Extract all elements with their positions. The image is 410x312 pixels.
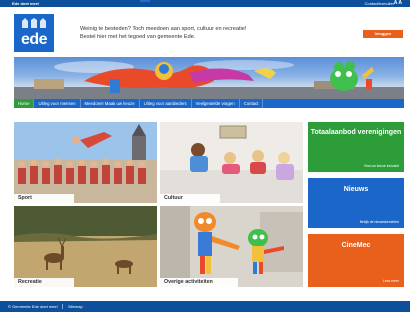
banner-illustration	[14, 60, 404, 99]
totaalaanbod-title: Totaalaanbod verenigingen	[310, 129, 402, 136]
sitemap-link[interactable]: Sitemap	[68, 301, 83, 312]
nieuws-box[interactable]: Nieuws Bekijk de nieuwsberichten	[308, 178, 404, 228]
nav-home[interactable]: Home	[14, 99, 35, 108]
text-size-toggle[interactable]: A A	[394, 0, 402, 7]
tile-sport-caption: Sport	[14, 194, 74, 203]
sport-photo	[14, 122, 157, 203]
logo-text: ede	[20, 31, 48, 48]
intro-text: Weinig te besteden? Toch meedoen aan spo…	[80, 26, 247, 40]
nav-contact[interactable]: Contact	[240, 99, 264, 108]
tile-recreatie[interactable]: Recreatie	[14, 206, 157, 287]
castle-icon	[22, 18, 46, 28]
contact-link[interactable]: Contactformulier	[365, 0, 394, 7]
site-label: Ede doet mee!	[12, 1, 40, 6]
cinemec-title: CineMec	[341, 242, 371, 249]
cultuur-photo	[160, 122, 303, 203]
ede-logo[interactable]: ede	[14, 14, 54, 52]
scroll-indicator	[140, 0, 150, 2]
recreatie-photo	[14, 206, 157, 287]
tile-sport[interactable]: Sport	[14, 122, 157, 203]
tile-recreatie-caption: Recreatie	[14, 278, 74, 287]
cinemec-link[interactable]: Lees meer	[383, 279, 399, 283]
cinemec-box[interactable]: CineMec Lees meer	[308, 234, 404, 287]
login-button[interactable]: Inloggen	[363, 30, 403, 38]
footer-copyright: © Gemeente Ede doet mee!	[8, 304, 58, 309]
totaalaanbod-link[interactable]: Vind uw keuze inclusief	[364, 164, 399, 168]
hero-banner	[14, 57, 404, 99]
overige-photo	[160, 206, 303, 287]
footer: © Gemeente Ede doet mee! Sitemap	[0, 301, 410, 312]
footer-divider	[62, 304, 63, 309]
tile-cultuur[interactable]: Cultuur	[160, 122, 303, 203]
nav-meedoen[interactable]: Meedoen! Maak uw keuze	[81, 99, 140, 108]
nav-uitleg-mensen[interactable]: Uitleg voor mensen	[34, 99, 81, 108]
login-label: Inloggen	[374, 31, 392, 36]
tile-cultuur-caption: Cultuur	[160, 194, 220, 203]
nav-uitleg-aanbieders[interactable]: Uitleg voor aanbieders	[140, 99, 192, 108]
nieuws-link[interactable]: Bekijk de nieuwsberichten	[360, 220, 399, 224]
top-bar: Ede doet mee! Contactformulier A A	[0, 0, 410, 7]
main-navigation: Home Uitleg voor mensen Meedoen! Maak uw…	[14, 99, 404, 108]
nav-veelgestelde-vragen[interactable]: Veelgestelde vragen	[192, 99, 240, 108]
tile-overige[interactable]: Overige activiteiten	[160, 206, 303, 287]
tile-overige-caption: Overige activiteiten	[160, 278, 238, 287]
totaalaanbod-box[interactable]: Totaalaanbod verenigingen Vind uw keuze …	[308, 122, 404, 172]
nieuws-title: Nieuws	[343, 186, 369, 193]
